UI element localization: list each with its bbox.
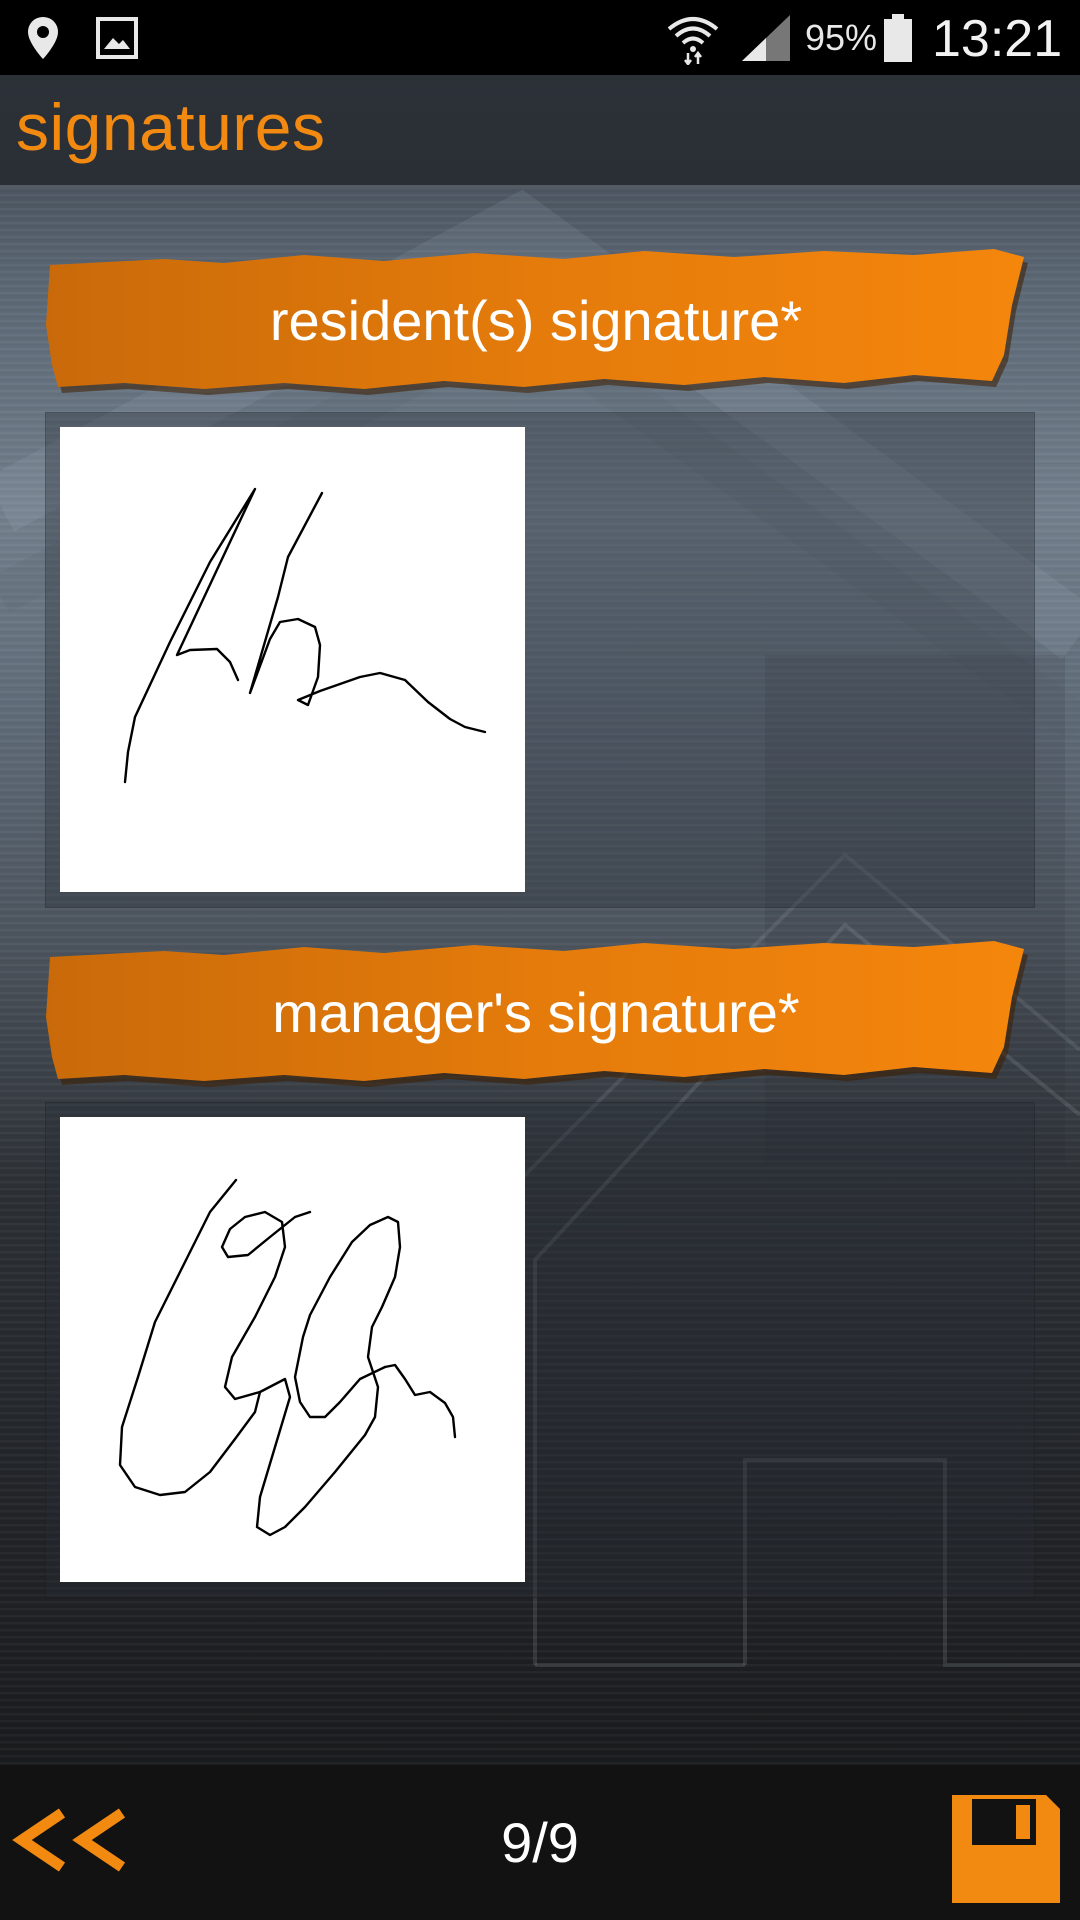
double-chevron-left-icon [12, 1808, 126, 1872]
battery-percentage: 95% [805, 17, 878, 58]
manager-signature-drawing [118, 1178, 457, 1537]
location-pin-icon [26, 0, 60, 75]
resident-signature-banner: resident(s) signature* [44, 245, 1028, 395]
manager-signature-banner: manager's signature* [44, 937, 1028, 1087]
manager-signature-pad[interactable] [60, 1117, 525, 1582]
status-bar: 95% 13:21 [0, 0, 1080, 75]
app-header: signatures [0, 75, 1080, 188]
resident-signature-panel [45, 412, 1035, 908]
save-button[interactable] [950, 1793, 1062, 1905]
manager-signature-panel [45, 1102, 1035, 1598]
resident-signature-drawing [123, 487, 487, 784]
image-icon [96, 0, 138, 75]
back-button[interactable] [12, 1795, 132, 1885]
battery-icon [882, 0, 914, 75]
resident-signature-pad[interactable] [60, 427, 525, 892]
signal-icon [740, 0, 792, 75]
resident-signature-label: resident(s) signature* [269, 288, 803, 352]
page-indicator: 9/9 [501, 1811, 579, 1874]
manager-signature-label: manager's signature* [272, 980, 800, 1044]
floppy-disk-icon [952, 1795, 1060, 1903]
clock: 13:21 [932, 10, 1063, 68]
page-title: signatures [16, 90, 326, 164]
wifi-icon [666, 0, 720, 75]
bottom-navigation-bar: 9/9 [0, 1765, 1080, 1920]
